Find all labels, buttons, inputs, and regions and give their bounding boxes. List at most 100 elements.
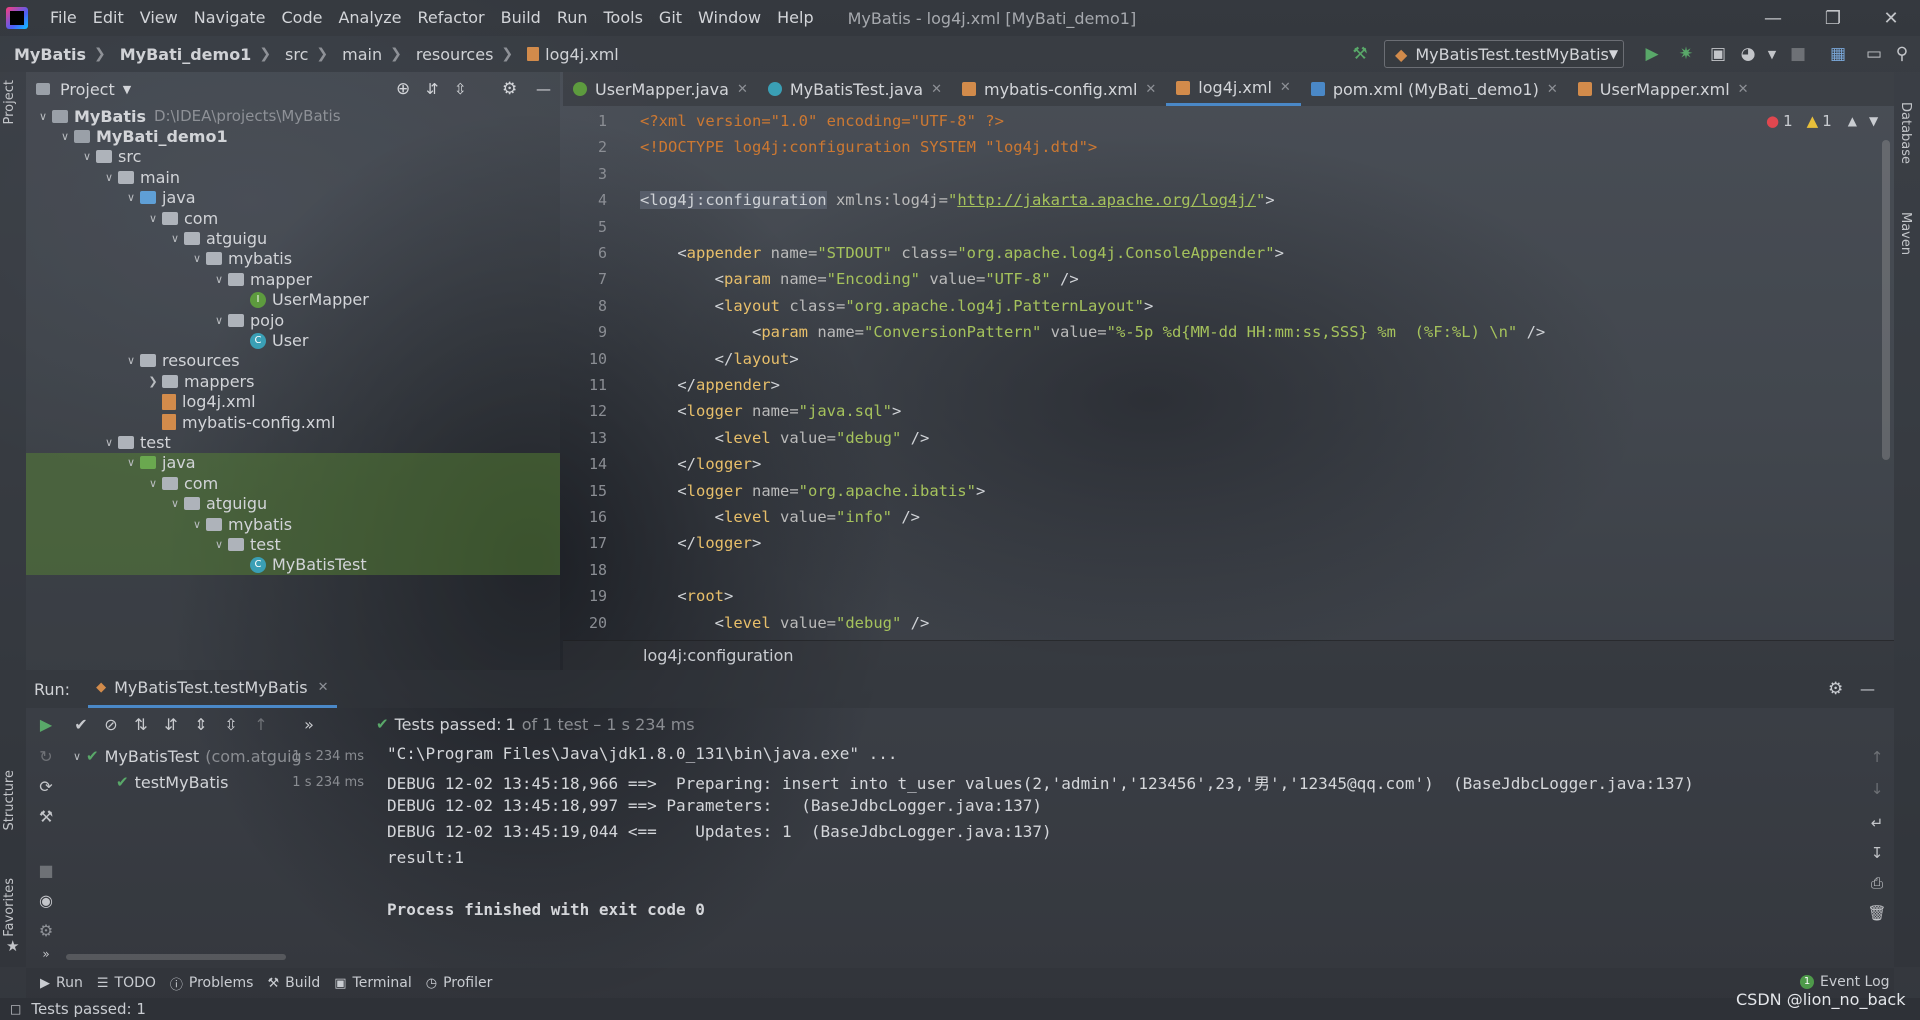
more-icon[interactable]: » <box>34 942 58 966</box>
run-icon[interactable]: ▶ <box>1640 42 1664 66</box>
menu-navigate[interactable]: Navigate <box>186 0 274 36</box>
chevron-down-icon[interactable]: ∨ <box>100 171 118 184</box>
chevron-down-icon[interactable]: ∨ <box>144 212 162 225</box>
gear-icon[interactable]: ⚙ <box>1828 679 1843 699</box>
close-tab-icon[interactable]: ✕ <box>1547 82 1558 97</box>
build-hammer-icon[interactable]: ⚒ <box>1348 42 1372 66</box>
tree-node[interactable]: ∨ com <box>26 208 218 228</box>
menu-analyze[interactable]: Analyze <box>330 0 409 36</box>
favorites-tool-tab[interactable]: Favorites <box>2 878 17 937</box>
breadcrumb-item[interactable]: resources ❯ <box>402 45 513 64</box>
tree-node[interactable]: ∨ java <box>26 452 560 474</box>
tree-node[interactable]: I UserMapper <box>26 290 369 310</box>
soft-wrap-icon[interactable]: ↵ <box>1865 814 1889 832</box>
settings-small-icon[interactable]: ⚙ <box>34 918 58 942</box>
show-passed-icon[interactable]: ✔ <box>66 715 96 734</box>
toggle-tool-windows-icon[interactable]: □ <box>10 1002 21 1016</box>
chevron-down-icon[interactable]: ∨ <box>166 232 184 245</box>
close-tab-icon[interactable]: ✕ <box>1738 82 1749 97</box>
menu-run[interactable]: Run <box>549 0 596 36</box>
next-highlight-icon[interactable]: ▼ <box>1869 114 1878 128</box>
test-tree-scrollbar[interactable] <box>66 954 286 960</box>
project-view-label[interactable]: Project <box>60 80 115 99</box>
breadcrumb-item[interactable]: src ❯ <box>271 45 328 64</box>
tree-node[interactable]: C User <box>26 330 308 350</box>
test-node[interactable]: ∨ ✔ MyBatisTest (com.atguig 1 s 234 ms <box>60 744 370 768</box>
run-configuration-select[interactable]: ◆ MyBatisTest.testMyBatis ▼ <box>1384 40 1624 68</box>
editor-breadcrumb-item[interactable]: log4j:configuration <box>643 646 794 665</box>
bottom-tab-todo[interactable]: ☰ TODO <box>97 975 156 991</box>
show-ignored-icon[interactable]: ⊘ <box>96 715 126 734</box>
tree-node[interactable]: ∨ com <box>26 473 560 494</box>
test-node[interactable]: ✔ testMyBatis 1 s 234 ms <box>60 770 370 794</box>
menu-git[interactable]: Git <box>651 0 690 36</box>
chevron-down-icon[interactable]: ▼ <box>123 83 131 96</box>
tree-node[interactable]: ∨ java <box>26 188 196 208</box>
tree-node[interactable]: ∨ test <box>26 432 171 452</box>
maven-tool-tab[interactable]: Maven <box>1898 212 1913 255</box>
editor-tab[interactable]: mybatis-config.xml ✕ <box>952 72 1166 106</box>
layout-icon[interactable]: ▭ <box>1862 42 1886 66</box>
chevron-down-icon[interactable]: ∨ <box>210 314 228 327</box>
sort-alphabetically-icon[interactable]: ⇅ <box>126 715 156 734</box>
bottom-tab-problems[interactable]: ⓘ Problems <box>170 974 254 993</box>
bottom-tab-profiler[interactable]: ◷ Profiler <box>426 975 493 991</box>
chevron-down-icon[interactable]: ∨ <box>210 273 228 286</box>
restore-button[interactable]: ❐ <box>1804 0 1862 36</box>
previous-highlight-icon[interactable]: ▲ <box>1848 114 1857 128</box>
menu-refactor[interactable]: Refactor <box>410 0 493 36</box>
editor-tab[interactable]: pom.xml (MyBati_demo1) ✕ <box>1301 72 1568 106</box>
close-tab-icon[interactable]: ✕ <box>318 680 329 695</box>
chevron-down-icon[interactable]: ∨ <box>210 538 228 551</box>
chevron-right-icon[interactable]: ❯ <box>144 375 162 388</box>
chevron-down-icon[interactable]: ∨ <box>122 354 140 367</box>
minimize-button[interactable]: — <box>1744 0 1802 36</box>
previous-test-icon[interactable]: ↑ <box>246 715 276 734</box>
close-tab-icon[interactable]: ✕ <box>1280 80 1291 95</box>
expand-all-icon[interactable]: ⇕ <box>186 715 216 734</box>
editor-tab[interactable]: log4j.xml ✕ <box>1166 72 1301 106</box>
tree-node[interactable]: ∨ atguigu <box>26 493 560 514</box>
database-tool-tab[interactable]: Database <box>1898 102 1913 164</box>
scroll-to-end-icon[interactable]: ↧ <box>1865 844 1889 862</box>
tree-node[interactable]: ∨ pojo <box>26 310 284 330</box>
locate-file-icon[interactable]: ⊕ <box>396 79 410 99</box>
gear-icon[interactable]: ⚙ <box>502 79 517 99</box>
chevron-down-icon[interactable]: ∨ <box>78 150 96 163</box>
breadcrumb-item[interactable]: MyBati_demo1 ❯ <box>106 45 271 64</box>
chevron-down-icon[interactable]: ∨ <box>166 497 184 510</box>
tree-node[interactable]: ∨ MyBati_demo1 <box>26 126 228 146</box>
rerun-icon[interactable]: ▶ <box>34 712 58 736</box>
close-tab-icon[interactable]: ✕ <box>737 82 748 97</box>
chevron-down-icon[interactable]: ∨ <box>56 130 74 143</box>
project-structure-icon[interactable]: ▦ <box>1826 42 1850 66</box>
wrench-icon[interactable]: ⚒ <box>34 804 58 828</box>
bottom-tab-build[interactable]: ⚒ Build <box>267 975 320 991</box>
menu-help[interactable]: Help <box>769 0 821 36</box>
hide-panel-icon[interactable]: — <box>1860 680 1875 698</box>
stop-icon[interactable]: ■ <box>1786 42 1810 66</box>
menu-tools[interactable]: Tools <box>596 0 651 36</box>
tree-node[interactable]: ∨ atguigu <box>26 228 267 248</box>
camera-icon[interactable]: ◉ <box>34 888 58 912</box>
tree-node[interactable]: ∨ mybatis <box>26 514 560 535</box>
menu-view[interactable]: View <box>132 0 186 36</box>
coverage-icon[interactable]: ▣ <box>1706 42 1730 66</box>
chevron-down-icon[interactable]: ∨ <box>34 110 52 123</box>
tree-node[interactable]: ∨ mapper <box>26 269 312 289</box>
more-icon[interactable]: » <box>294 715 324 734</box>
chevron-down-icon[interactable]: ∨ <box>188 518 206 531</box>
chevron-down-icon[interactable]: ∨ <box>188 252 206 265</box>
bottom-tab-run[interactable]: ▶ Run <box>40 975 83 991</box>
profile-icon[interactable]: ◕ <box>1736 42 1760 66</box>
run-tab[interactable]: ◆ MyBatisTest.testMyBatis ✕ <box>88 670 337 708</box>
menu-file[interactable]: File <box>42 0 85 36</box>
breadcrumb-item[interactable]: log4j.xml <box>513 45 619 64</box>
tree-node[interactable]: mybatis-config.xml <box>26 412 335 432</box>
chevron-down-icon[interactable]: ∨ <box>68 750 86 763</box>
print-icon[interactable]: ⎙ <box>1865 874 1889 892</box>
tree-node[interactable]: ∨ MyBatis D:\IDEA\projects\MyBatis <box>26 106 341 126</box>
menu-build[interactable]: Build <box>493 0 549 36</box>
chevron-down-icon[interactable]: ∨ <box>122 456 140 469</box>
expand-all-icon[interactable]: ⇵ <box>426 80 439 98</box>
